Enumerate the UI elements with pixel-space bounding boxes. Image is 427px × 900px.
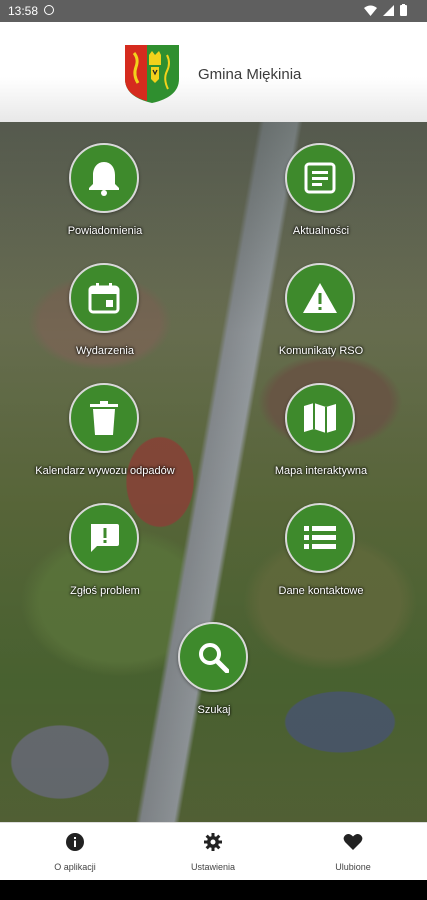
contact-button[interactable] (285, 503, 355, 573)
tile-label: Wydarzenia (76, 345, 134, 357)
tile-label: Mapa interaktywna (274, 465, 368, 477)
nav-about[interactable]: O aplikacji (5, 833, 145, 872)
info-icon (66, 833, 84, 851)
status-icons (364, 4, 407, 16)
tile-waste-calendar[interactable]: Kalendarz wywozu odpadów (30, 383, 180, 503)
rso-button[interactable] (285, 263, 355, 333)
search-icon (199, 643, 229, 673)
tile-label: Szukaj (197, 704, 231, 716)
tile-label: Aktualności (292, 225, 350, 237)
tile-report-problem[interactable]: Zgłoś problem (30, 503, 180, 623)
tile-contact[interactable]: Dane kontaktowe (246, 503, 396, 623)
status-bar: 13:58 (0, 0, 427, 22)
search-button[interactable] (178, 622, 248, 692)
tile-notifications[interactable]: Powiadomienia (30, 143, 180, 263)
signal-icon (383, 4, 394, 16)
tile-events[interactable]: Wydarzenia (30, 263, 180, 383)
gear-icon (204, 833, 222, 851)
tile-label: Komunikaty RSO (278, 345, 364, 357)
status-time: 13:58 (8, 4, 39, 18)
wifi-icon (364, 5, 377, 16)
report-problem-button[interactable] (69, 503, 139, 573)
tile-label: Dane kontaktowe (278, 585, 364, 597)
waste-calendar-button[interactable] (69, 383, 139, 453)
notification-icon (44, 5, 54, 15)
tile-label: Zgłoś problem (70, 585, 140, 597)
nav-label: Ustawienia (190, 862, 236, 872)
battery-icon (400, 4, 407, 16)
tile-search[interactable]: Szukaj (139, 622, 289, 742)
app-header: Gmina Miękinia (0, 22, 427, 122)
list-icon (304, 526, 336, 549)
tile-label: Kalendarz wywozu odpadów (35, 465, 175, 477)
app-title: Gmina Miękinia (198, 66, 302, 83)
system-navigation-bar (0, 880, 427, 900)
tile-map[interactable]: Mapa interaktywna (246, 383, 396, 503)
map-icon (304, 403, 336, 433)
notifications-button[interactable] (69, 143, 139, 213)
trash-icon (90, 401, 118, 435)
calendar-icon (88, 283, 120, 314)
bottom-navigation: O aplikacji Ustawienia Ulubione (0, 822, 427, 881)
events-button[interactable] (69, 263, 139, 333)
tile-label: Powiadomienia (67, 225, 143, 237)
nav-label: O aplikacji (54, 862, 96, 872)
tile-news[interactable]: Aktualności (246, 143, 396, 263)
coat-of-arms-logo (125, 45, 179, 103)
news-icon (304, 162, 336, 194)
report-icon (91, 524, 119, 552)
nav-favorites[interactable]: Ulubione (283, 833, 423, 872)
heart-icon (343, 834, 363, 850)
news-button[interactable] (285, 143, 355, 213)
tile-rso[interactable]: Komunikaty RSO (246, 263, 396, 383)
nav-settings[interactable]: Ustawienia (143, 833, 283, 872)
nav-label: Ulubione (335, 862, 371, 872)
bell-icon (89, 162, 119, 196)
map-button[interactable] (285, 383, 355, 453)
warning-icon (303, 283, 337, 313)
